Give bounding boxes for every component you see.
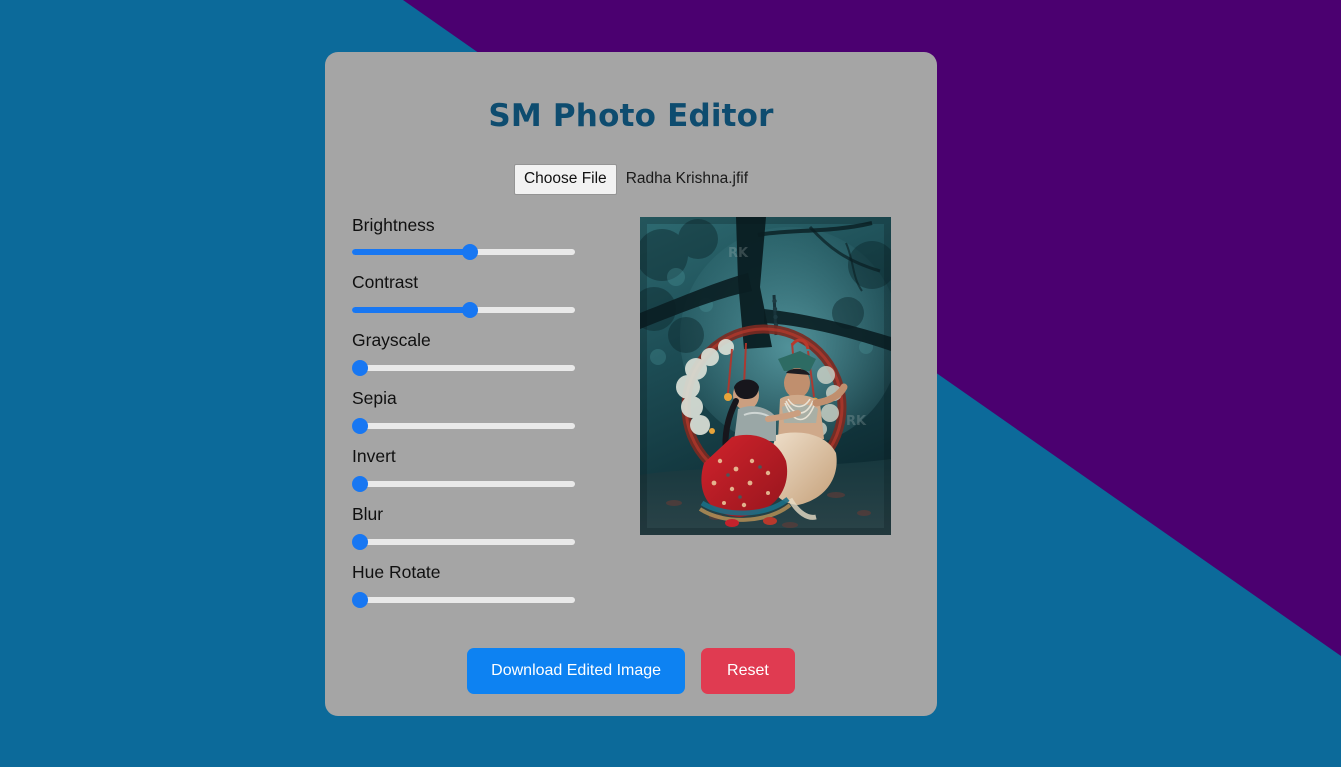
slider-brightness[interactable] — [352, 244, 575, 261]
control-group-invert: Invert — [352, 446, 602, 492]
slider-hue-rotate[interactable] — [352, 591, 575, 608]
slider-label-brightness: Brightness — [352, 214, 435, 235]
slider-fill — [352, 307, 471, 314]
slider-fill — [352, 249, 471, 256]
file-input-row: Choose File Radha Krishna.jfif — [325, 164, 937, 195]
slider-grayscale[interactable] — [352, 360, 575, 377]
slider-track — [352, 538, 575, 545]
slider-sepia[interactable] — [352, 418, 575, 434]
control-group-brightness: Brightness — [352, 215, 602, 261]
preview-photo: RK RK — [640, 216, 891, 535]
slider-thumb[interactable] — [461, 302, 478, 319]
slider-invert[interactable] — [352, 475, 575, 492]
control-group-sepia: Sepia — [352, 388, 602, 434]
slider-label-invert: Invert — [352, 446, 396, 466]
filter-controls: Brightness Contrast Grayscale Sepia Inve… — [352, 215, 602, 620]
slider-thumb[interactable] — [461, 244, 478, 261]
editor-card: SM Photo Editor Choose File Radha Krishn… — [325, 52, 937, 716]
slider-track — [352, 480, 575, 487]
slider-label-grayscale: Grayscale — [352, 330, 431, 351]
control-group-contrast: Contrast — [352, 272, 602, 319]
slider-thumb[interactable] — [352, 475, 368, 492]
slider-thumb[interactable] — [352, 591, 368, 608]
slider-label-sepia: Sepia — [352, 388, 397, 409]
image-preview: RK RK — [640, 216, 891, 535]
slider-thumb[interactable] — [352, 533, 368, 550]
svg-text:RK: RK — [728, 246, 749, 261]
slider-label-blur: Blur — [352, 503, 384, 524]
download-edited-image-button[interactable]: Download Edited Image — [467, 648, 686, 694]
slider-blur[interactable] — [352, 533, 575, 550]
slider-track — [352, 423, 575, 429]
control-group-blur: Blur — [352, 504, 602, 550]
slider-thumb[interactable] — [352, 360, 368, 377]
reset-button[interactable]: Reset — [701, 648, 795, 694]
slider-label-contrast: Contrast — [352, 272, 419, 293]
editor-body: Brightness Contrast Grayscale Sepia Inve… — [325, 215, 937, 615]
control-group-hue-rotate: Hue Rotate — [352, 562, 602, 608]
selected-file-name: Radha Krishna.jfif — [625, 170, 749, 188]
slider-label-hue-rotate: Hue Rotate — [352, 561, 441, 582]
page-title: SM Photo Editor — [488, 98, 774, 134]
choose-file-button[interactable]: Choose File — [513, 164, 617, 195]
slider-track — [352, 365, 575, 372]
slider-track — [352, 596, 575, 603]
slider-thumb[interactable] — [352, 418, 368, 434]
svg-text:RK: RK — [846, 414, 867, 429]
action-buttons: Download Edited Image Reset — [325, 648, 937, 694]
control-group-grayscale: Grayscale — [352, 330, 602, 377]
slider-contrast[interactable] — [352, 302, 575, 319]
app-background: SM Photo Editor Choose File Radha Krishn… — [0, 0, 1341, 767]
